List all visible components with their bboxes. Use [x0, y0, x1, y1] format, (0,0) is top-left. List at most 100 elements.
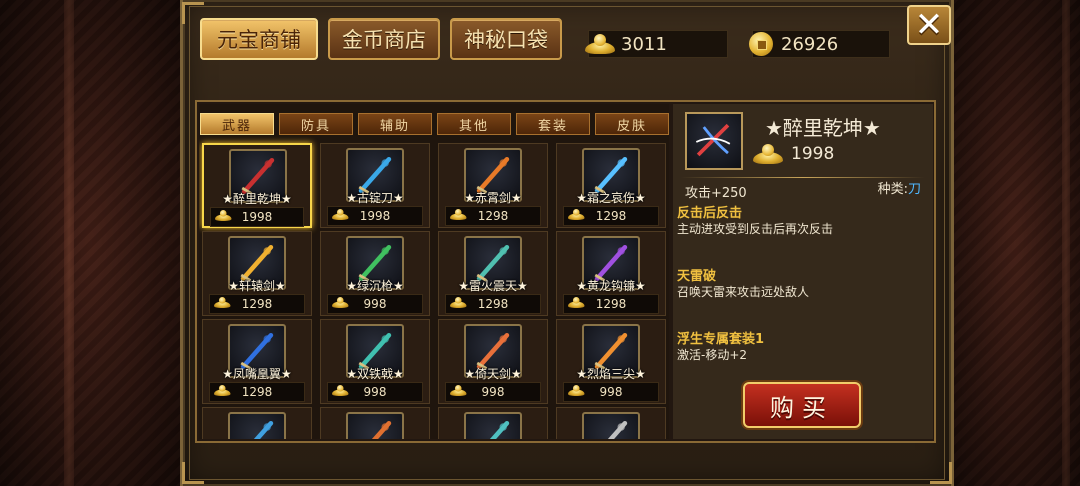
coin-balance: 26926	[749, 30, 890, 58]
shop-item[interactable]: ★绿沉枪★ 998	[320, 231, 430, 316]
gold-ingot-icon	[585, 34, 615, 54]
tab-mystery-bag[interactable]: 神秘口袋	[450, 18, 562, 60]
item-name: ★烈焰三尖★	[576, 367, 646, 381]
shop-item[interactable]: ★古锭刀★ 1998	[320, 143, 430, 228]
shop-item[interactable]: ★醉里乾坤★ 1998	[202, 143, 312, 228]
skill-desc: 主动进攻受到反击后再次反击	[677, 222, 834, 236]
item-price-value: 1298	[477, 297, 509, 311]
gold-ingot-icon	[450, 297, 467, 308]
item-price: 998	[563, 382, 659, 402]
item-price: 1298	[563, 294, 659, 314]
frame-corner	[930, 462, 952, 484]
coin-balance-value: 26926	[781, 33, 839, 55]
item-name: ★轩辕剑★	[228, 279, 286, 293]
shop-item[interactable]	[320, 407, 430, 439]
item-name: ★醉里乾坤★	[222, 192, 292, 206]
weapon-icon	[489, 420, 510, 439]
gold-ingot-icon	[568, 209, 585, 220]
shop-item[interactable]	[438, 407, 548, 439]
item-name: ★古锭刀★	[346, 191, 404, 205]
item-name: ★双铁戟★	[346, 367, 404, 381]
shop-item[interactable]: ★黄龙钩镰★ 1298	[556, 231, 666, 316]
item-price: 1298	[445, 294, 541, 314]
gold-ingot-icon	[214, 297, 231, 308]
item-price-value: 998	[481, 385, 505, 399]
shop-item[interactable]	[202, 407, 312, 439]
item-price-value: 1998	[359, 209, 391, 223]
item-name: ★黄龙钩镰★	[576, 279, 646, 293]
gold-ingot-icon	[332, 297, 349, 308]
gold-ingot-icon	[214, 385, 231, 396]
background-left	[0, 0, 180, 486]
item-price: 998	[327, 294, 423, 314]
tab-set[interactable]: 套装	[516, 113, 590, 135]
item-price-value: 1298	[595, 297, 627, 311]
ingot-balance-value: 3011	[621, 33, 667, 55]
close-button[interactable]: ✕	[907, 5, 951, 45]
tab-weapons[interactable]: 武器	[200, 113, 274, 135]
item-image	[346, 412, 404, 439]
gold-ingot-icon	[450, 385, 467, 396]
gold-ingot-icon	[332, 209, 349, 220]
tab-skin[interactable]: 皮肤	[595, 113, 669, 135]
item-grid-panel: 武器 防具 辅助 其他 套装 皮肤 ★醉里乾坤★ 1998 ★古锭刀★ 1998 ★赤霄…	[199, 104, 669, 439]
close-icon: ✕	[914, 5, 944, 45]
item-price-value: 1298	[477, 209, 509, 223]
item-kind: 种类:刀	[878, 178, 921, 197]
item-image	[582, 412, 640, 439]
skill-desc: 激活-移动+2	[677, 348, 748, 362]
item-detail-price-value: 1998	[791, 144, 835, 164]
item-detail-name: ★醉里乾坤★	[765, 116, 881, 140]
item-price-value: 998	[363, 385, 387, 399]
item-name: ★霜之哀伤★	[576, 191, 646, 205]
item-price: 1998	[210, 207, 304, 227]
item-price-value: 998	[363, 297, 387, 311]
item-image	[464, 412, 522, 439]
gold-ingot-icon	[215, 210, 232, 221]
background-right	[950, 0, 1080, 486]
shop-item[interactable]	[556, 407, 666, 439]
ingot-balance: 3011	[585, 30, 728, 58]
item-name: ★绿沉枪★	[346, 279, 404, 293]
item-price-value: 1298	[241, 385, 273, 399]
item-name: ★赤霄剑★	[464, 191, 522, 205]
tab-gold-shop[interactable]: 金币商店	[328, 18, 440, 60]
item-name: ★凤嘴凰翼★	[222, 367, 292, 381]
buy-button[interactable]: 购买	[743, 382, 861, 428]
gold-ingot-icon	[450, 209, 467, 220]
gold-coin-icon	[749, 32, 773, 56]
item-image	[228, 412, 286, 439]
weapon-icon	[371, 420, 392, 439]
tab-auxiliary[interactable]: 辅助	[358, 113, 432, 135]
weapon-icon	[607, 420, 628, 439]
item-price: 1298	[209, 294, 305, 314]
item-kind-value: 刀	[907, 182, 921, 197]
frame-corner	[182, 462, 204, 484]
skill-desc: 召唤天雷来攻击远处敌人	[677, 285, 810, 299]
item-price-value: 1298	[595, 209, 627, 223]
shop-item[interactable]: ★雷火震天★ 1298	[438, 231, 548, 316]
shop-item[interactable]: ★轩辕剑★ 1298	[202, 231, 312, 316]
gold-ingot-icon	[568, 297, 585, 308]
shop-item[interactable]: ★凤嘴凰翼★ 1298	[202, 319, 312, 404]
shop-item[interactable]: ★倚天剑★ 998	[438, 319, 548, 404]
item-price: 1298	[563, 206, 659, 226]
tab-armor[interactable]: 防具	[279, 113, 353, 135]
item-name: ★雷火震天★	[458, 279, 528, 293]
item-price-value: 998	[599, 385, 623, 399]
item-price: 998	[445, 382, 541, 402]
tab-other[interactable]: 其他	[437, 113, 511, 135]
item-name: ★倚天剑★	[464, 367, 522, 381]
item-price: 998	[327, 382, 423, 402]
shop-item[interactable]: ★赤霄剑★ 1298	[438, 143, 548, 228]
item-kind-label: 种类:	[877, 182, 908, 197]
gold-ingot-icon	[753, 144, 783, 164]
shop-item[interactable]: ★双铁戟★ 998	[320, 319, 430, 404]
shop-item[interactable]: ★霜之哀伤★ 1298	[556, 143, 666, 228]
tab-yuanbao-shop[interactable]: 元宝商铺	[200, 18, 318, 60]
weapon-icon	[695, 123, 731, 157]
shop-item[interactable]: ★烈焰三尖★ 998	[556, 319, 666, 404]
item-price: 1998	[327, 206, 423, 226]
item-detail-price: 1998	[753, 144, 834, 164]
weapon-icon	[253, 420, 274, 439]
